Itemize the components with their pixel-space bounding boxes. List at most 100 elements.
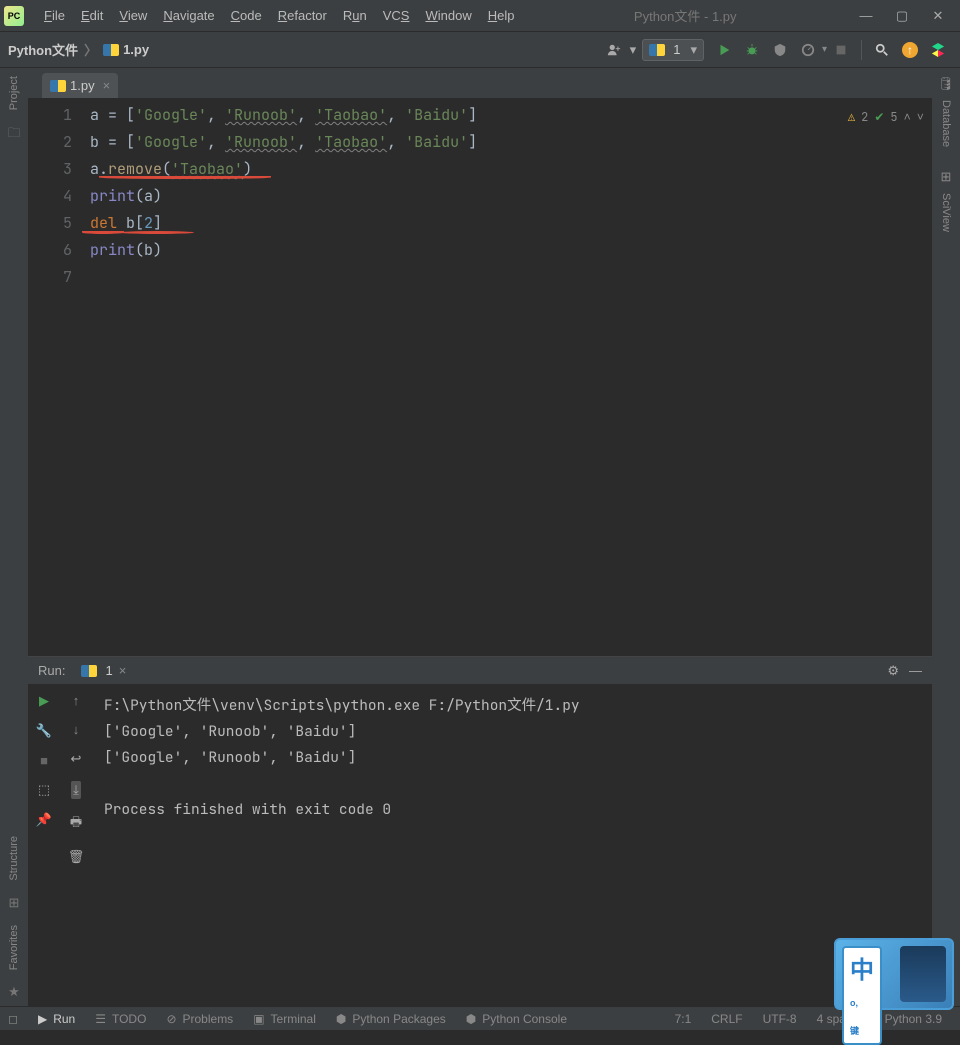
menu-code[interactable]: Code [223,8,270,23]
rerun-icon[interactable]: ▶ [39,693,49,709]
main-toolbar: Python文件 〉 1.py ▾ 1 ▾ ▾ ↑ [0,32,960,68]
chevron-down-icon[interactable]: ▾ [822,44,827,55]
run-tab-label: 1 [105,663,112,678]
breadcrumb[interactable]: Python文件 〉 1.py [8,40,149,59]
chevron-up-icon[interactable]: ˄ [904,104,911,131]
line-number: 6 [28,237,72,264]
console-output[interactable]: F:\Python文件\venv\Scripts\python.exe F:/P… [92,685,932,1006]
jetbrains-icon[interactable] [926,38,950,62]
run-tab[interactable]: 1 × [73,661,134,680]
close-icon[interactable]: × [119,663,127,678]
close-button[interactable]: ✕ [920,2,956,30]
chevron-down-icon[interactable]: ˅ [917,104,924,131]
menu-file[interactable]: File [36,8,73,23]
add-user-icon[interactable] [602,38,626,62]
sidebar-item-database[interactable]: Database [940,92,952,155]
editor-tab[interactable]: 1.py × [42,73,118,98]
close-icon[interactable]: × [103,78,111,93]
bottom-run[interactable]: ▶Run [28,1012,85,1026]
right-tool-gutter: 🛢 Database ⊞ SciView [932,68,960,1006]
menu-window[interactable]: Window [417,8,479,23]
tab-label: 1.py [70,78,95,93]
debug-button[interactable] [740,38,764,62]
editor-tabs: 1.py × [28,68,932,98]
bottom-terminal[interactable]: ▣Terminal [243,1012,326,1026]
code-content[interactable]: a = ['Google', 'Runoob', 'Taobao', 'Baid… [82,98,932,656]
up-icon[interactable]: ↑ [73,693,80,708]
menu-navigate[interactable]: Navigate [155,8,222,23]
run-button[interactable] [712,38,736,62]
maximize-button[interactable]: ▢ [884,2,920,30]
pin-icon[interactable]: 📌 [36,812,52,828]
sidebar-item-favorites[interactable]: Favorites [8,917,20,978]
menu-help[interactable]: Help [480,8,523,23]
bottom-packages[interactable]: ⬢Python Packages [326,1012,456,1026]
soft-wrap-icon[interactable]: ↩ [71,751,82,767]
sciview-icon[interactable]: ⊞ [941,169,952,185]
gear-icon[interactable]: ⚙ [887,663,899,679]
status-line-sep[interactable]: CRLF [701,1012,752,1026]
stop-icon[interactable]: ■ [40,753,48,768]
run-config-name: 1 [673,42,680,57]
check-count: 5 [890,104,897,131]
wrench-icon[interactable]: 🔧 [36,723,52,739]
updates-button[interactable]: ↑ [898,38,922,62]
title-bar: PC File Edit View Navigate Code Refactor… [0,0,960,32]
show-windows-icon[interactable]: ◻ [8,1012,18,1026]
run-configuration-selector[interactable]: 1 ▾ [642,39,704,61]
breadcrumb-root[interactable]: Python文件 [8,40,78,59]
database-icon[interactable]: 🛢 [938,76,955,92]
bottom-problems[interactable]: ⊘Problems [156,1012,243,1026]
menu-edit[interactable]: Edit [73,8,111,23]
ime-indicator[interactable]: 中o,键 [834,938,954,1010]
run-actions-column-1: ▶ 🔧 ■ ⬚ 📌 [28,685,60,1006]
status-encoding[interactable]: UTF-8 [753,1012,807,1026]
sidebar-item-project[interactable]: Project [8,68,20,118]
left-tool-gutter: Project 🗀 Structure ⊞ Favorites ★ [0,68,28,1006]
breadcrumb-file[interactable]: 1.py [123,42,149,57]
line-number: 7 [28,264,72,291]
status-interpreter[interactable]: Python 3.9 [875,1012,952,1026]
code-editor[interactable]: 1 2 3 4 5 6 7 a = ['Google', 'Runoob', '… [28,98,932,656]
profile-button[interactable] [796,38,820,62]
line-number: 2 [28,129,72,156]
circle-arrow-icon: ↑ [902,42,918,58]
inspection-widget[interactable]: ⚠2 ✔5 ˄ ˅ [848,104,924,131]
trash-icon[interactable]: 🗑 [68,849,85,865]
stop-button[interactable] [829,38,853,62]
bottom-todo[interactable]: ☰TODO [85,1012,156,1026]
hide-icon[interactable]: — [909,663,922,679]
run-header: Run: 1 × ⚙ — [28,657,932,685]
annotation-mark [82,231,124,234]
coverage-button[interactable] [768,38,792,62]
gutter-line-numbers: 1 2 3 4 5 6 7 [28,98,82,656]
menu-vcs[interactable]: VCS [375,8,418,23]
bottom-console[interactable]: ⬢Python Console [456,1012,577,1026]
menu-run[interactable]: Run [335,8,375,23]
status-caret-pos[interactable]: 7:1 [665,1012,702,1026]
menu-view[interactable]: View [111,8,155,23]
annotation-mark [99,176,271,179]
search-button[interactable] [870,38,894,62]
run-actions-column-2: ↑ ↓ ↩ ⤓ 🖶 🗑 [60,685,92,1006]
star-icon[interactable]: ★ [8,984,20,1000]
python-file-icon [50,80,66,92]
breadcrumb-sep: 〉 [84,40,97,59]
run-title: Run: [38,663,65,678]
folder-icon[interactable]: 🗀 [7,124,20,146]
down-icon[interactable]: ↓ [73,722,80,737]
chevron-down-icon[interactable]: ▾ [630,42,637,58]
structure-icon[interactable]: ⊞ [9,895,20,911]
scroll-end-icon[interactable]: ⤓ [71,781,81,799]
menu-refactor[interactable]: Refactor [270,8,335,23]
sidebar-item-structure[interactable]: Structure [8,828,20,889]
chevron-down-icon: ▾ [690,42,697,58]
minimize-button[interactable]: — [848,2,884,30]
line-number: 1 [28,102,72,129]
ime-char: 中 [850,957,874,984]
sidebar-item-sciview[interactable]: SciView [940,185,952,240]
print-icon[interactable]: 🖶 [70,813,82,835]
python-file-icon [103,44,119,56]
python-icon [81,665,97,677]
layout-icon[interactable]: ⬚ [38,782,50,798]
